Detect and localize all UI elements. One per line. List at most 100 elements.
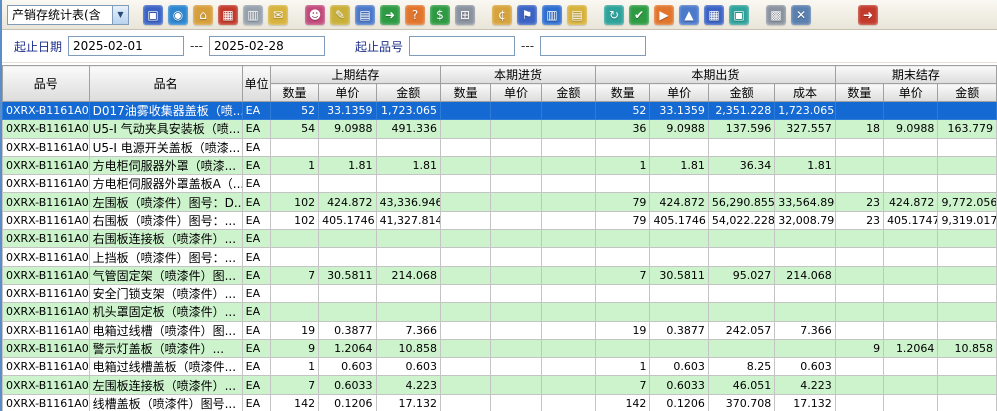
col-header-end-amount[interactable]: 金额 (938, 84, 997, 102)
columns-icon[interactable]: ▦ (704, 5, 724, 25)
cell-value: 54,022.228 (708, 211, 774, 229)
cell-value: 7 (270, 376, 318, 394)
chevron-down-icon[interactable]: ▼ (112, 6, 128, 24)
col-header-item-name[interactable]: 品名 (89, 66, 242, 102)
table-row[interactable]: 0XRX-B1161A0...警示灯盖板（喷漆件）...EA91.206410.… (3, 339, 997, 357)
dollar-icon[interactable]: $ (430, 5, 450, 25)
printer-icon[interactable]: ▦ (218, 5, 238, 25)
help-icon[interactable]: ? (405, 5, 425, 25)
col-group-purchases[interactable]: 本期进货 (441, 66, 596, 84)
play-icon[interactable]: ▶ (654, 5, 674, 25)
col-group-shipments[interactable]: 本期出货 (596, 66, 836, 84)
table-row[interactable]: 0XRX-B1161A0...右围板连接板（喷漆件）...EA (3, 230, 997, 248)
table-row[interactable]: 0XRX-B1161A0...电箱过线槽（喷漆件）图...EA190.38777… (3, 321, 997, 339)
chart-icon[interactable]: ▲ (679, 5, 699, 25)
col-header-ship-qty[interactable]: 数量 (596, 84, 650, 102)
exit-icon[interactable]: ➜ (858, 5, 878, 25)
cell-value (491, 230, 541, 248)
col-header-item-no[interactable]: 品号 (3, 66, 90, 102)
col-header-ship-cost[interactable]: 成本 (775, 84, 835, 102)
refresh-icon[interactable]: ↻ (604, 5, 624, 25)
table-row[interactable]: 0XRX-B1161A0...U5-I 气动夹具安装板（喷...EA549.09… (3, 120, 997, 138)
copy-icon[interactable]: ▥ (243, 5, 263, 25)
screen-icon[interactable]: ▣ (729, 5, 749, 25)
table-row[interactable]: 0XRX-B1161A0...左围板连接板（喷漆件）...EA70.60334.… (3, 376, 997, 394)
col-header-prev-qty[interactable]: 数量 (270, 84, 318, 102)
monitor-icon[interactable]: ▣ (143, 5, 163, 25)
edit-icon[interactable]: ✎ (330, 5, 350, 25)
table-row[interactable]: 0XRX-B1161A0...气管固定架（喷漆件）图...EA730.58112… (3, 266, 997, 284)
cell-item-name: 警示灯盖板（喷漆件）... (89, 339, 242, 357)
table-row[interactable]: 0XRX-B1161A0...方电柜伺服器外罩（喷漆...EA11.811.81… (3, 156, 997, 174)
date-from-input[interactable] (68, 36, 184, 56)
col-header-ship-amount[interactable]: 金额 (708, 84, 774, 102)
col-header-ship-price[interactable]: 单价 (650, 84, 708, 102)
cell-value (596, 339, 650, 357)
cell-value (491, 175, 541, 193)
flag-icon[interactable]: ⚑ (517, 5, 537, 25)
cell-value: 43,336.946 (376, 193, 440, 211)
table-row[interactable]: 0XRX-B1161A0...方电柜伺服器外罩盖板A（...EA (3, 175, 997, 193)
item-range-separator: --- (521, 39, 534, 53)
globe-icon[interactable]: ◉ (168, 5, 188, 25)
col-header-prev-price[interactable]: 单价 (319, 84, 376, 102)
table-row[interactable]: 0XRX-B1161A0...安全门锁支架（喷漆件）...EA (3, 284, 997, 302)
date-to-input[interactable] (209, 36, 325, 56)
cards-icon[interactable]: ▤ (567, 5, 587, 25)
cell-value (884, 358, 938, 376)
col-header-purch-amount[interactable]: 金额 (541, 84, 595, 102)
home-icon[interactable]: ⌂ (193, 5, 213, 25)
mail-icon[interactable]: ✉ (268, 5, 288, 25)
col-header-purch-price[interactable]: 单价 (491, 84, 541, 102)
item-to-input[interactable] (540, 36, 646, 56)
table-row[interactable]: 0XRX-B1161A0...上挡板（喷漆件）图号：...EA (3, 248, 997, 266)
cell-value (491, 394, 541, 411)
col-header-unit[interactable]: 单位 (242, 66, 270, 102)
table-row[interactable]: 0XRX-B1161A0...线槽盖板（喷漆件）图号...EA1420.1206… (3, 394, 997, 411)
close-icon[interactable]: ✕ (791, 5, 811, 25)
check-icon[interactable]: ✔ (629, 5, 649, 25)
col-header-purch-qty[interactable]: 数量 (441, 84, 491, 102)
cell-value (596, 138, 650, 156)
cell-value: 1 (596, 358, 650, 376)
cell-value: 36 (596, 120, 650, 138)
toolbar: 产销存统计表(含 ▼ ▣◉⌂▦▥✉☻✎▤➜?$⊞¢⚑▥▤↻✔▶▲▦▣▩✕➜ (2, 0, 997, 30)
col-header-end-qty[interactable]: 数量 (835, 84, 883, 102)
report-icon[interactable]: ▥ (542, 5, 562, 25)
cell-value: 9 (835, 339, 883, 357)
col-group-ending-balance[interactable]: 期末结存 (835, 66, 996, 84)
col-header-end-price[interactable]: 单价 (884, 84, 938, 102)
cell-value (441, 193, 491, 211)
form-icon[interactable]: ▤ (355, 5, 375, 25)
col-group-prev-balance[interactable]: 上期结存 (270, 66, 440, 84)
table-row[interactable]: 0XRX-B1161A0...D017油雾收集器盖板（喷...EA5233.13… (3, 102, 997, 120)
cell-value (491, 376, 541, 394)
cart-icon[interactable]: ⊞ (455, 5, 475, 25)
go-icon[interactable]: ➜ (380, 5, 400, 25)
cell-value (541, 193, 595, 211)
table-row[interactable]: 0XRX-B1161A0...右围板（喷漆件）图号：...EA102405.17… (3, 211, 997, 229)
grid-icon[interactable]: ▩ (766, 5, 786, 25)
report-type-dropdown[interactable]: 产销存统计表(含 ▼ (7, 5, 129, 25)
cell-value: 0.603 (650, 358, 708, 376)
coins-icon[interactable]: ¢ (492, 5, 512, 25)
cell-item-no: 0XRX-B1161A0... (3, 376, 90, 394)
cell-item-name: 气管固定架（喷漆件）图... (89, 266, 242, 284)
cell-value (650, 175, 708, 193)
item-from-input[interactable] (409, 36, 515, 56)
cell-value: 0.1206 (319, 394, 376, 411)
cell-value: 9 (270, 339, 318, 357)
table-row[interactable]: 0XRX-B1161A0...U5-I 电源开关盖板（喷漆...EA (3, 138, 997, 156)
table-row[interactable]: 0XRX-B1161A0...机头罩固定板（喷漆件）...EA (3, 303, 997, 321)
table-row[interactable]: 0XRX-B1161A0...左围板（喷漆件）图号：D...EA102424.8… (3, 193, 997, 211)
cell-value (835, 303, 883, 321)
cell-value (775, 303, 835, 321)
table-row[interactable]: 0XRX-B1161A0...电箱过线槽盖板（喷漆件...EA10.6030.6… (3, 358, 997, 376)
cell-value (835, 102, 883, 120)
users-icon[interactable]: ☻ (305, 5, 325, 25)
cell-value: 424.872 (319, 193, 376, 211)
cell-item-name: U5-I 电源开关盖板（喷漆... (89, 138, 242, 156)
cell-value: 0.603 (319, 358, 376, 376)
col-header-prev-amount[interactable]: 金额 (376, 84, 440, 102)
cell-value (441, 303, 491, 321)
